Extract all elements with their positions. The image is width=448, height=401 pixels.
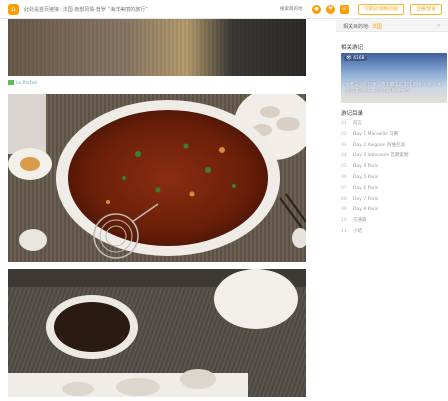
travel-photo-placemat (8, 19, 306, 76)
toc-number: 02 (341, 131, 347, 137)
toc-number: 11 (341, 228, 347, 234)
toc-item[interactable]: 10 交通篇 (341, 216, 441, 227)
toc-label: 小结 (353, 228, 362, 234)
sauce-illustration (8, 269, 306, 397)
toc-label: 交通篇 (353, 218, 367, 224)
toc-number: 01 (341, 121, 347, 126)
travel-note-page: ⌂ 此处是首页链接/法国·南部风情·普罗 “海洋美丽的旅行” ● ♥ ✉ 写游记… (0, 0, 448, 401)
related-destination-bar[interactable]: 相关目的地: 法国 › (336, 19, 448, 32)
toc-item[interactable]: 09 Day 8 Paris (341, 205, 441, 216)
toc-label: Day 5 Paris (353, 174, 379, 180)
breadcrumb-separator: / (60, 7, 62, 13)
search-input[interactable] (280, 5, 308, 14)
related-destination: 相关目的地: 法国 (343, 23, 382, 30)
toc-item[interactable]: 01 前言 (341, 119, 441, 130)
toc-list: 01 前言 02 Day 1 Marseille 马赛 03 Day 2 Avigno… (341, 119, 441, 238)
view-count-badge: 👁 4168 (344, 56, 367, 61)
location-icon (8, 80, 14, 85)
toc-number: 09 (341, 207, 347, 213)
toc-label: Day 7 Paris (353, 196, 379, 202)
toc-label: 前言 (353, 121, 362, 126)
toc-item[interactable]: 02 Day 1 Marseille 马赛 (341, 130, 441, 141)
related-note-card[interactable]: 👁 4168 跟着法国的印象，遇见最美的南法风情 之旅，体验浪漫的时光 分享南部… (341, 53, 447, 103)
bell-icon[interactable]: ● (312, 5, 321, 14)
toc-title: 游记目录 (341, 111, 364, 117)
toc-item[interactable]: 04 Day 3 Valensole 瓦朗索勒 (341, 151, 441, 162)
related-destination-label: 相关目的地: (343, 24, 370, 30)
toc-item[interactable]: 07 Day 6 Paris (341, 184, 441, 195)
message-icon[interactable]: ✉ (340, 5, 349, 14)
toc-number: 10 (341, 218, 347, 224)
view-count: 4168 (353, 56, 365, 61)
toc-number: 04 (341, 153, 347, 159)
toc-number: 08 (341, 196, 347, 202)
toc-label: Day 4 Paris (353, 164, 379, 170)
toc-number: 03 (341, 142, 347, 148)
toc-label: Day 1 Marseille 马赛 (353, 131, 399, 137)
chevron-right-icon[interactable]: › (438, 22, 440, 29)
write-note-button[interactable]: 写游记/攻略/问答 (358, 4, 404, 15)
toc-item[interactable]: 11 小结 (341, 227, 441, 238)
travel-photo-spicy-dish (8, 94, 306, 262)
photo-caption: Le Parfait (8, 80, 37, 86)
toc-item[interactable]: 05 Day 4 Paris (341, 162, 441, 173)
sidebar: 相关目的地: 法国 › 相关游记 👁 4168 跟着法国的印象，遇见最美的南法风情… (336, 19, 448, 401)
toc-label: Day 8 Paris (353, 207, 379, 213)
toc-label: Day 2 Avignon 阿维尼翁 (353, 142, 406, 148)
login-button[interactable]: 注册/登录 (410, 4, 442, 15)
toc-number: 05 (341, 164, 347, 170)
breadcrumb: 此处是首页链接/法国·南部风情·普罗 “海洋美丽的旅行” (24, 6, 148, 13)
toc-number: 07 (341, 185, 347, 191)
breadcrumb-item-home[interactable]: 此处是首页链接 (24, 7, 59, 13)
travel-photo-sauce (8, 269, 306, 397)
toc-label: Day 3 Valensole 瓦朗索勒 (353, 153, 409, 159)
caption-text[interactable]: Le Parfait (16, 81, 37, 86)
related-notes-title: 相关游记 (341, 45, 364, 51)
toc-item[interactable]: 08 Day 7 Paris (341, 195, 441, 206)
related-note-text: 跟着法国的印象，遇见最美的南法风情 之旅，体验浪漫的时光 分享南部风情之旅 (345, 83, 441, 94)
top-bar: ⌂ 此处是首页链接/法国·南部风情·普罗 “海洋美丽的旅行” ● ♥ ✉ 写游记… (0, 0, 448, 19)
home-icon[interactable]: ⌂ (8, 4, 19, 15)
toc-item[interactable]: 06 Day 5 Paris (341, 173, 441, 184)
toc-item[interactable]: 03 Day 2 Avignon 阿维尼翁 (341, 141, 441, 152)
spicy-dish-illustration (8, 94, 306, 262)
heart-icon[interactable]: ♥ (326, 5, 335, 14)
toc-number: 06 (341, 174, 347, 180)
toc-label: Day 6 Paris (353, 185, 379, 191)
breadcrumb-item-current: 法国·南部风情·普罗 “海洋美丽的旅行” (62, 7, 148, 13)
related-destination-value[interactable]: 法国 (372, 24, 382, 30)
